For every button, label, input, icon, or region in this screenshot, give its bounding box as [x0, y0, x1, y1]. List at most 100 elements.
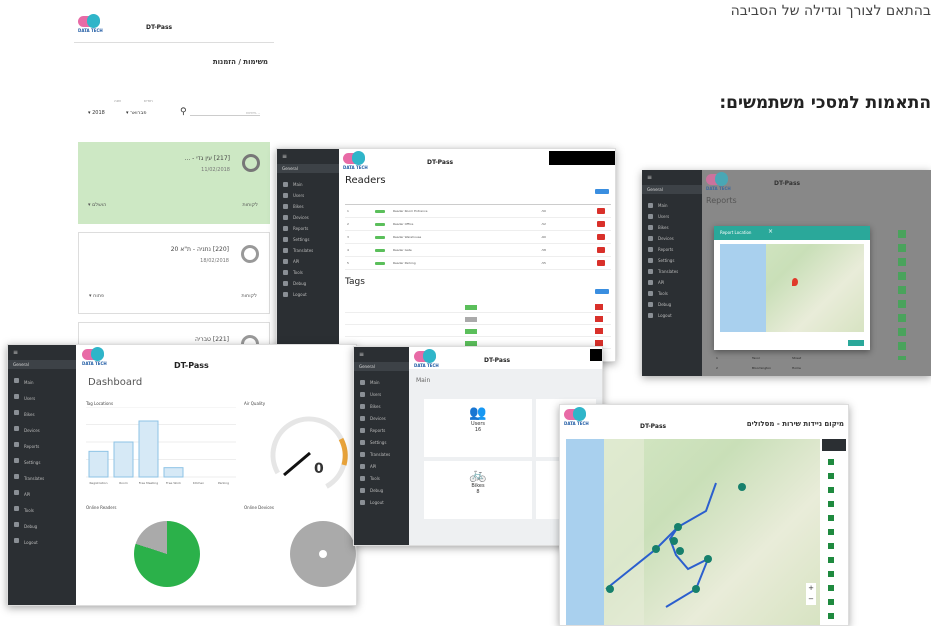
sidebar-item-api[interactable]: API	[642, 277, 702, 288]
sidebar-item-devices[interactable]: Devices	[642, 233, 702, 244]
sidebar: ≡ General Main Users Bikes Devices Repor…	[277, 149, 339, 361]
sidebar-item-logout[interactable]: Logout	[354, 497, 409, 509]
sidebar-item-tools[interactable]: Tools	[8, 503, 76, 519]
sidebar-item-reports[interactable]: Reports	[8, 439, 76, 455]
sidebar-item-settings[interactable]: Settings	[642, 255, 702, 266]
online-readers-label: Online Readers	[86, 505, 117, 510]
brand-name: DT-Pass	[427, 159, 454, 166]
map-title: מיקום ניידות שירות - מסלולים	[746, 420, 844, 428]
sidebar-item-bikes[interactable]: Bikes	[354, 401, 409, 413]
location-map[interactable]	[720, 244, 864, 332]
online-devices-pie	[290, 521, 356, 587]
sidebar-item-main[interactable]: Main	[277, 179, 339, 190]
report-row-id: 2	[716, 366, 718, 370]
sidebar-item-tools[interactable]: Tools	[277, 267, 339, 278]
online-readers-pie	[134, 521, 200, 587]
task-card[interactable]: [220] נתניה - ת"א 20 18/02/2018 ▾ פתוח ל…	[78, 232, 270, 314]
sidebar-item-devices[interactable]: Devices	[8, 423, 76, 439]
menu-icon[interactable]: ≡	[282, 153, 334, 160]
task-icon	[241, 245, 259, 263]
sidebar-item-translates[interactable]: Translates	[642, 266, 702, 277]
brand-logo: DATA TECH	[564, 407, 592, 427]
sidebar-item-debug[interactable]: Debug	[354, 485, 409, 497]
task-status[interactable]: ▾ הושלם	[88, 202, 106, 208]
bikes-tile[interactable]: 🚲 Bikes 8	[424, 461, 532, 519]
bike-icon: 🚲	[469, 467, 487, 483]
bar	[113, 441, 134, 478]
sidebar-item-reports[interactable]: Reports	[642, 244, 702, 255]
sidebar-item-debug[interactable]: Debug	[642, 299, 702, 310]
table-row: 5 Reader Parking -55	[345, 257, 611, 270]
tick-label: Free Meeting	[139, 481, 159, 485]
sidebar-item-tools[interactable]: Tools	[642, 288, 702, 299]
users-tile[interactable]: 👥 Users 16	[424, 399, 532, 457]
tick-label: Registration	[89, 481, 107, 485]
sidebar-item-main[interactable]: Main	[8, 375, 76, 391]
add-tag-button[interactable]	[595, 289, 609, 294]
sidebar-item-api[interactable]: API	[8, 487, 76, 503]
sidebar-item-users[interactable]: Users	[354, 389, 409, 401]
sidebar-item-reports[interactable]: Reports	[354, 425, 409, 437]
task-card[interactable]: [217] עין גדי - ... 11/02/2018 ▾ הושלם ל…	[78, 142, 270, 224]
sidebar-item-translates[interactable]: Translates	[277, 245, 339, 256]
month-select[interactable]: ▾ פברואר	[126, 110, 146, 116]
sidebar-item-logout[interactable]: Logout	[642, 310, 702, 321]
sidebar-item-users[interactable]: Users	[8, 391, 76, 407]
route-pins[interactable]	[828, 459, 834, 619]
zoom-controls[interactable]: + −	[806, 583, 816, 605]
sidebar-item-api[interactable]: API	[354, 461, 409, 473]
modal-close-button[interactable]	[848, 340, 864, 346]
search-icon[interactable]: ⚲	[180, 107, 187, 117]
sidebar-item-logout[interactable]: Logout	[277, 289, 339, 300]
intro-text: בהתאם לצורך וגדילה של הסביבה	[730, 3, 931, 19]
menu-icon[interactable]: ≡	[359, 351, 404, 358]
sidebar-item-main[interactable]: Main	[354, 377, 409, 389]
sidebar-item-translates[interactable]: Translates	[8, 471, 76, 487]
sidebar-item-users[interactable]: Users	[642, 211, 702, 222]
brand-logo: DATA TECH	[706, 172, 734, 192]
sidebar-item-reports[interactable]: Reports	[277, 223, 339, 234]
sidebar-item-users[interactable]: Users	[277, 190, 339, 201]
year-select[interactable]: ▾ 2018	[88, 110, 105, 116]
sidebar-item-debug[interactable]: Debug	[277, 278, 339, 289]
report-row-place: Street	[792, 356, 802, 360]
sidebar-item-bikes[interactable]: Bikes	[8, 407, 76, 423]
map-pin-icon	[792, 278, 798, 286]
sidebar-item-tools[interactable]: Tools	[354, 473, 409, 485]
tick-label: Room	[119, 481, 128, 485]
brand-logo: DATA TECH	[78, 14, 106, 34]
menu-icon[interactable]: ≡	[647, 174, 697, 181]
add-reader-button[interactable]	[595, 189, 609, 194]
sidebar-item-devices[interactable]: Devices	[354, 413, 409, 425]
menu-icon[interactable]: ≡	[13, 349, 71, 356]
sidebar-item-api[interactable]: API	[277, 256, 339, 267]
brand-name: DT-Pass	[484, 357, 511, 364]
main-title: Main	[416, 377, 431, 384]
task-customers[interactable]: לקוחות	[241, 293, 257, 299]
redacted-block	[549, 151, 615, 165]
report-row-id: 1	[716, 356, 718, 360]
sidebar-item-logout[interactable]: Logout	[8, 535, 76, 551]
sidebar-item-debug[interactable]: Debug	[8, 519, 76, 535]
brand-name: DT-Pass	[774, 180, 801, 187]
sidebar-item-bikes[interactable]: Bikes	[277, 201, 339, 212]
search-input[interactable]: חיפוש...	[190, 110, 260, 116]
sidebar-item-settings[interactable]: Settings	[8, 455, 76, 471]
sidebar-item-devices[interactable]: Devices	[277, 212, 339, 223]
tick-label: Kitchen	[193, 481, 204, 485]
sidebar-item-main[interactable]: Main	[642, 200, 702, 211]
sidebar-item-settings[interactable]: Settings	[354, 437, 409, 449]
tag-locations-label: Tag Locations	[86, 401, 114, 406]
task-customers[interactable]: לקוחות	[242, 202, 258, 208]
sidebar-item-bikes[interactable]: Bikes	[642, 222, 702, 233]
reports-title: Reports	[706, 196, 737, 205]
routes-map[interactable]: + −	[566, 439, 820, 625]
sidebar-item-translates[interactable]: Translates	[354, 449, 409, 461]
brand-logo: DATA TECH	[343, 151, 371, 171]
sidebar-item-settings[interactable]: Settings	[277, 234, 339, 245]
report-location-modal: Report Location ×	[714, 226, 870, 350]
route-list	[822, 439, 846, 625]
close-icon[interactable]: ×	[768, 228, 773, 235]
report-row-name: Tavor	[752, 356, 761, 360]
task-status[interactable]: ▾ פתוח	[89, 293, 104, 299]
